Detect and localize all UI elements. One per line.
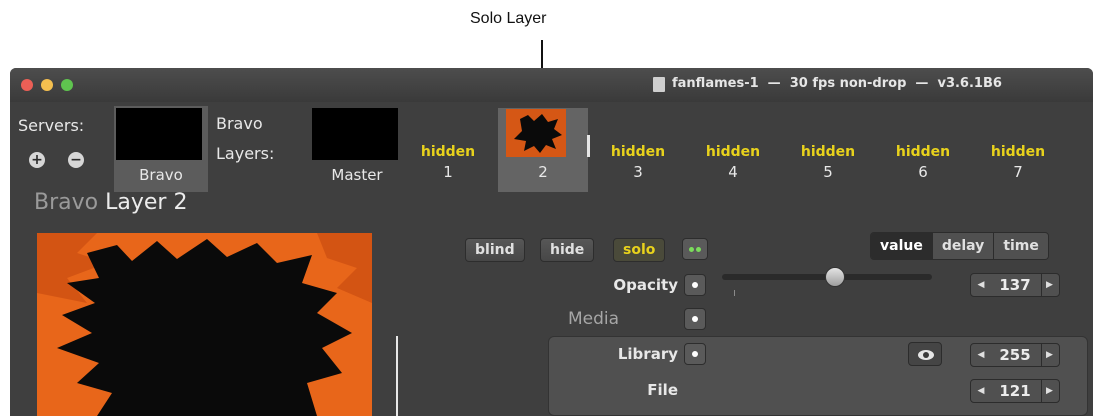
media-dot-button[interactable] xyxy=(684,308,706,330)
layer-status: hidden xyxy=(800,144,856,160)
segment-time[interactable]: time xyxy=(993,233,1048,259)
layer-cell-5[interactable]: hidden 5 xyxy=(783,108,873,192)
opacity-slider-tick xyxy=(734,290,735,296)
green-dot-icon xyxy=(689,247,694,252)
increment-arrow-icon[interactable]: ▶ xyxy=(1041,344,1057,366)
segment-value[interactable]: value xyxy=(871,233,932,259)
server-thumbnail-label: Bravo xyxy=(139,166,183,184)
panel-layer-name: Layer 2 xyxy=(105,190,188,215)
increment-arrow-icon[interactable]: ▶ xyxy=(1041,274,1057,296)
file-label: File xyxy=(647,381,678,399)
layer-status: hidden xyxy=(610,144,666,160)
layer-number: 6 xyxy=(918,163,928,181)
layers-server-name: Bravo xyxy=(216,114,263,133)
media-section-label: Media xyxy=(568,309,620,329)
master-label: Master xyxy=(331,166,383,184)
panel-server-name: Bravo xyxy=(34,190,99,215)
document-icon xyxy=(653,77,665,92)
file-stepper[interactable]: ◀ 121 ▶ xyxy=(970,379,1060,403)
window-title: fanflames-1 — 30 fps non-drop — v3.6.1B6 xyxy=(672,76,1002,91)
server-preview-image xyxy=(116,108,202,160)
opacity-value: 137 xyxy=(999,276,1031,294)
opacity-stepper[interactable]: ◀ 137 ▶ xyxy=(970,273,1060,297)
layer-number: 3 xyxy=(633,163,643,181)
layer-status: hidden xyxy=(705,144,761,160)
opacity-slider-knob[interactable] xyxy=(824,267,845,287)
layer-number: 7 xyxy=(1013,163,1023,181)
solo-button[interactable]: solo xyxy=(613,238,666,262)
layer-status: hidden xyxy=(420,144,476,160)
layer-number: 2 xyxy=(538,163,548,181)
layer-cell-3[interactable]: hidden 3 xyxy=(593,108,683,192)
minimize-window-button[interactable] xyxy=(41,79,53,91)
callout-label: Solo Layer xyxy=(470,10,547,27)
blind-button[interactable]: blind xyxy=(465,238,525,262)
minus-circle-icon[interactable]: − xyxy=(68,152,84,168)
library-label: Library xyxy=(617,345,678,363)
opacity-dot-button[interactable] xyxy=(684,274,706,296)
opacity-label: Opacity xyxy=(613,276,678,294)
decrement-arrow-icon[interactable]: ◀ xyxy=(973,380,989,402)
layer-number: 1 xyxy=(443,163,453,181)
parameter-mode-segmented-control: value delay time xyxy=(870,232,1049,260)
layer-status: hidden xyxy=(990,144,1046,160)
layer-number: 4 xyxy=(728,163,738,181)
plus-circle-icon[interactable]: + xyxy=(29,152,45,168)
title-bar: fanflames-1 — 30 fps non-drop — v3.6.1B6 xyxy=(10,68,1093,102)
library-dot-button[interactable] xyxy=(684,343,706,365)
layer-preview-image xyxy=(37,233,372,416)
panel-title: Bravo Layer 2 xyxy=(34,190,187,215)
master-preview-image xyxy=(312,108,398,160)
layer-cell-6[interactable]: hidden 6 xyxy=(878,108,968,192)
increment-arrow-icon[interactable]: ▶ xyxy=(1041,380,1057,402)
hide-button[interactable]: hide xyxy=(540,238,595,262)
layer-number: 5 xyxy=(823,163,833,181)
app-window: fanflames-1 — 30 fps non-drop — v3.6.1B6… xyxy=(10,68,1093,416)
server-thumbnail-bravo[interactable]: Bravo xyxy=(114,106,208,192)
layer-cell-4[interactable]: hidden 4 xyxy=(688,108,778,192)
layers-label: Layers: xyxy=(216,144,275,163)
close-window-button[interactable] xyxy=(21,79,33,91)
layer-cell-7[interactable]: hidden 7 xyxy=(973,108,1063,192)
library-value: 255 xyxy=(999,346,1031,364)
file-value: 121 xyxy=(999,382,1031,400)
segment-delay[interactable]: delay xyxy=(931,233,994,259)
decrement-arrow-icon[interactable]: ◀ xyxy=(973,344,989,366)
decrement-arrow-icon[interactable]: ◀ xyxy=(973,274,989,296)
eye-icon[interactable] xyxy=(908,342,942,366)
servers-label: Servers: xyxy=(18,116,85,135)
layer-cell-1[interactable]: hidden 1 xyxy=(403,108,493,192)
preview-divider xyxy=(396,336,398,416)
library-stepper[interactable]: ◀ 255 ▶ xyxy=(970,343,1060,367)
green-dot-icon xyxy=(696,247,701,252)
eye-glyph xyxy=(918,350,934,360)
layer-cell-2[interactable]: 2 xyxy=(498,108,588,192)
solo-indicator-button[interactable] xyxy=(682,238,708,260)
master-thumbnail[interactable]: Master xyxy=(310,106,404,192)
zoom-window-button[interactable] xyxy=(61,79,73,91)
layer-status: hidden xyxy=(895,144,951,160)
